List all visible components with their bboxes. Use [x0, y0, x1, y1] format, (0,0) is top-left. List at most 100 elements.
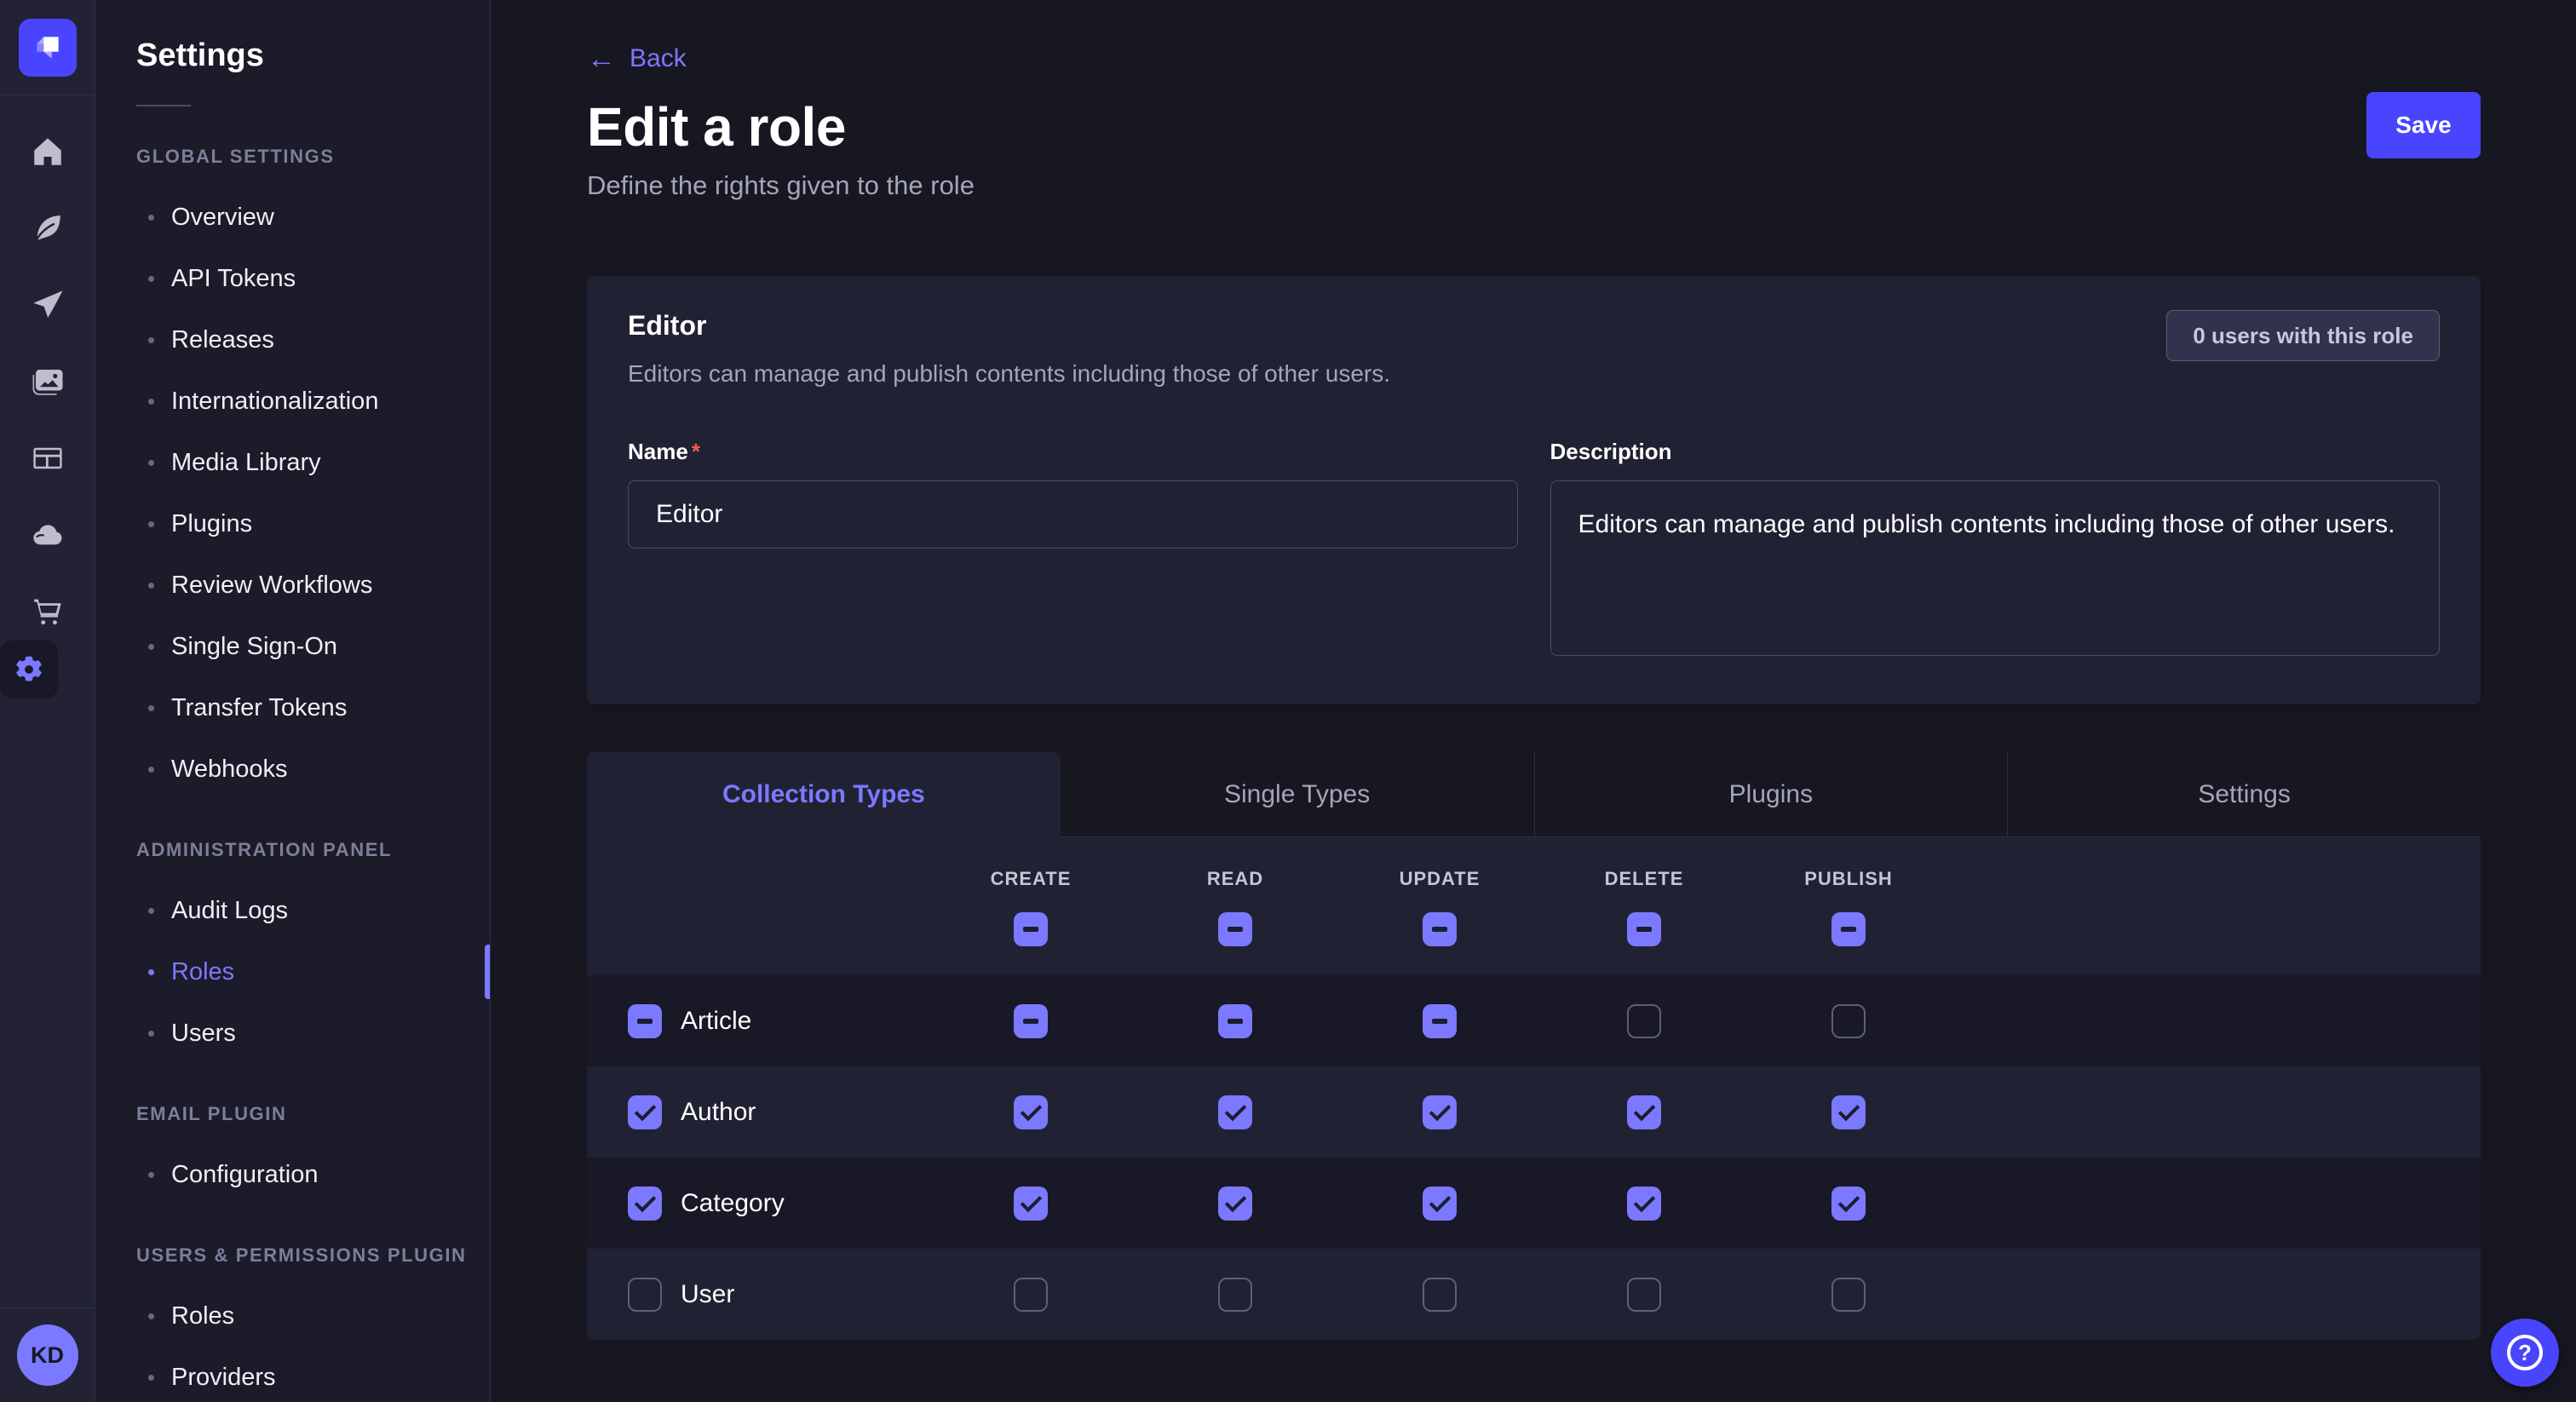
sidebar-item-review-workflows[interactable]: Review Workflows [95, 554, 490, 616]
user-read-checkbox[interactable] [1218, 1278, 1252, 1312]
author-publish-checkbox[interactable] [1831, 1095, 1866, 1129]
category-read-checkbox[interactable] [1218, 1187, 1252, 1221]
section-administration-panel: ADMINISTRATION PANEL [95, 839, 490, 861]
user-delete-checkbox[interactable] [1627, 1278, 1661, 1312]
author-create-checkbox[interactable] [1014, 1095, 1048, 1129]
feather-icon[interactable] [29, 210, 66, 247]
select-all-publish-checkbox[interactable] [1831, 912, 1866, 946]
description-label: Description [1550, 439, 2441, 465]
role-name-input[interactable] [628, 480, 1518, 549]
main-nav-rail: KD [0, 0, 95, 1402]
role-title: Editor [628, 310, 1390, 342]
logo-area [0, 0, 95, 95]
sidebar-item-configuration[interactable]: Configuration [95, 1144, 490, 1205]
col-header-update: UPDATE [1337, 868, 1542, 890]
tab-settings[interactable]: Settings [2007, 752, 2481, 837]
select-all-delete-checkbox[interactable] [1627, 912, 1661, 946]
layout-icon[interactable] [29, 440, 66, 477]
help-button[interactable]: ? [2491, 1319, 2559, 1387]
name-label: Name* [628, 439, 1518, 465]
save-button[interactable]: Save [2366, 92, 2481, 158]
col-header-publish: PUBLISH [1746, 868, 1951, 890]
sidebar-item-roles-active[interactable]: Roles [95, 941, 490, 1003]
author-update-checkbox[interactable] [1423, 1095, 1457, 1129]
sidebar-item-plugins[interactable]: Plugins [95, 493, 490, 554]
row-select-checkbox[interactable] [628, 1004, 662, 1038]
email-plugin-list: Configuration [95, 1144, 490, 1205]
users-with-role-button[interactable]: 0 users with this role [2166, 310, 2440, 361]
table-row-article: Article [587, 975, 2481, 1066]
bullet-icon [148, 276, 154, 282]
select-all-read-checkbox[interactable] [1218, 912, 1252, 946]
sidebar-item-internationalization[interactable]: Internationalization [95, 371, 490, 432]
sidebar-item-single-sign-on[interactable]: Single Sign-On [95, 616, 490, 677]
user-create-checkbox[interactable] [1014, 1278, 1048, 1312]
bullet-icon [148, 215, 154, 221]
bullet-icon [148, 908, 154, 914]
category-create-checkbox[interactable] [1014, 1187, 1048, 1221]
bullet-icon [148, 521, 154, 527]
article-read-checkbox[interactable] [1218, 1004, 1252, 1038]
sidebar-item-audit-logs[interactable]: Audit Logs [95, 880, 490, 941]
table-row-category: Category [587, 1158, 2481, 1249]
col-header-delete: DELETE [1542, 868, 1746, 890]
bullet-icon [148, 1172, 154, 1178]
category-publish-checkbox[interactable] [1831, 1187, 1866, 1221]
article-create-checkbox[interactable] [1014, 1004, 1048, 1038]
active-indicator [485, 945, 490, 999]
row-select-checkbox[interactable] [628, 1187, 662, 1221]
section-global-settings: GLOBAL SETTINGS [95, 146, 490, 168]
article-update-checkbox[interactable] [1423, 1004, 1457, 1038]
help-circle-icon: ? [2507, 1335, 2543, 1370]
article-delete-checkbox[interactable] [1627, 1004, 1661, 1038]
category-delete-checkbox[interactable] [1627, 1187, 1661, 1221]
settings-nav-active[interactable] [0, 641, 58, 698]
bullet-icon [148, 1375, 154, 1381]
paper-plane-icon[interactable] [29, 286, 66, 324]
bullet-icon [148, 460, 154, 466]
bullet-icon [148, 767, 154, 773]
permissions-rows: Article Author [587, 975, 2481, 1340]
sidebar-item-api-tokens[interactable]: API Tokens [95, 248, 490, 309]
sidebar-item-media-library[interactable]: Media Library [95, 432, 490, 493]
col-header-create: CREATE [929, 868, 1133, 890]
row-select-checkbox[interactable] [628, 1095, 662, 1129]
role-description-textarea[interactable] [1550, 480, 2441, 656]
sidebar-item-releases[interactable]: Releases [95, 309, 490, 371]
administration-panel-list: Audit Logs Roles Users [95, 880, 490, 1064]
tab-single-types[interactable]: Single Types [1061, 752, 1534, 837]
tab-plugins[interactable]: Plugins [1534, 752, 2008, 837]
category-update-checkbox[interactable] [1423, 1187, 1457, 1221]
bullet-icon [148, 1031, 154, 1037]
cart-icon[interactable] [29, 593, 66, 630]
select-all-create-checkbox[interactable] [1014, 912, 1048, 946]
cloud-icon[interactable] [29, 516, 66, 554]
sidebar-item-overview[interactable]: Overview [95, 187, 490, 248]
bullet-icon [148, 337, 154, 343]
select-all-update-checkbox[interactable] [1423, 912, 1457, 946]
user-publish-checkbox[interactable] [1831, 1278, 1866, 1312]
sidebar-item-up-providers[interactable]: Providers [95, 1347, 490, 1402]
author-read-checkbox[interactable] [1218, 1095, 1252, 1129]
sidebar-item-up-roles[interactable]: Roles [95, 1285, 490, 1347]
tab-collection-types[interactable]: Collection Types [587, 752, 1061, 837]
sidebar-item-transfer-tokens[interactable]: Transfer Tokens [95, 677, 490, 738]
article-publish-checkbox[interactable] [1831, 1004, 1866, 1038]
back-link[interactable]: ← Back [587, 44, 687, 73]
strapi-logo[interactable] [19, 19, 77, 77]
table-row-author: Author [587, 1066, 2481, 1158]
row-select-checkbox[interactable] [628, 1278, 662, 1312]
permissions-header: CREATE READ UPDATE DELETE PUBLISH [587, 837, 2481, 975]
avatar[interactable]: KD [17, 1324, 78, 1386]
global-settings-list: Overview API Tokens Releases Internation… [95, 187, 490, 800]
sidebar-item-webhooks[interactable]: Webhooks [95, 738, 490, 800]
main-content: ← Back Edit a role Define the rights giv… [492, 0, 2576, 1402]
tab-bar: Collection Types Single Types Plugins Se… [587, 752, 2481, 837]
user-update-checkbox[interactable] [1423, 1278, 1457, 1312]
sidebar-item-users[interactable]: Users [95, 1003, 490, 1064]
users-permissions-list: Roles Providers [95, 1285, 490, 1402]
home-icon[interactable] [29, 133, 66, 170]
author-delete-checkbox[interactable] [1627, 1095, 1661, 1129]
bullet-icon [148, 399, 154, 405]
media-library-icon[interactable] [29, 363, 66, 400]
